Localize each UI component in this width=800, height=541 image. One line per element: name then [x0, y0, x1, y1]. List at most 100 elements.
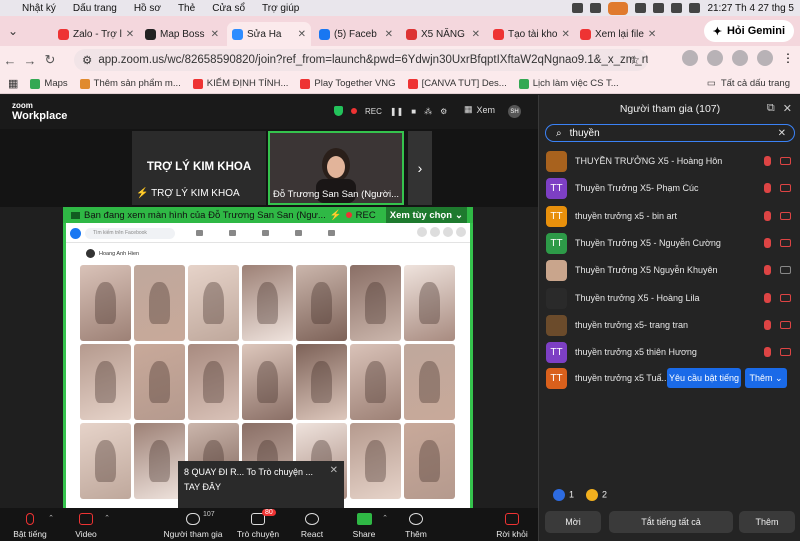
photo-thumbnail[interactable]: [242, 265, 293, 341]
participant-row[interactable]: TT thuyền trưởng x5 thiên Hương: [539, 339, 800, 366]
photo-thumbnail[interactable]: [80, 423, 131, 499]
participant-row[interactable]: Thuyền Trưởng X5 Nguyễn Khuyên: [539, 257, 800, 284]
photo-thumbnail[interactable]: [242, 344, 293, 420]
video-thumbnail[interactable]: TRỢ LÝ KIM KHOA ⚡ TRỢ LÝ KIM KHOA: [132, 131, 266, 205]
menu-item[interactable]: Nhật ký: [22, 3, 56, 14]
bookmark[interactable]: [CANVA TUT] Des...: [407, 78, 507, 89]
captions-icon[interactable]: ⁂: [424, 107, 432, 116]
participant-row[interactable]: Thuyền trưởng X5 - Hoàng Lila: [539, 285, 800, 312]
close-icon[interactable]: ✕: [648, 29, 656, 40]
close-icon[interactable]: ✕: [330, 465, 338, 476]
close-icon[interactable]: ✕: [126, 29, 134, 40]
participant-row[interactable]: TT Thuyền Trưởng X5- Phạm Cúc: [539, 175, 800, 202]
photo-thumbnail[interactable]: [350, 423, 401, 499]
invite-button[interactable]: Mời: [545, 511, 601, 533]
forward-icon[interactable]: →: [20, 53, 40, 68]
menu-item[interactable]: Hồ sơ: [134, 3, 161, 14]
browser-tab[interactable]: X5 NĂNG ✕: [401, 22, 485, 46]
photo-thumbnail[interactable]: [296, 344, 347, 420]
url-field[interactable]: ⚙ app.zoom.us/wc/82658590820/join?ref_fr…: [74, 49, 648, 71]
photo-thumbnail[interactable]: [134, 344, 185, 420]
clear-search-icon[interactable]: ✕: [778, 128, 786, 139]
all-bookmarks[interactable]: ▭ Tất cả dấu trang: [707, 78, 790, 89]
bookmark[interactable]: KIỂM ĐỊNH TÍNH...: [192, 78, 288, 89]
close-icon[interactable]: ✕: [211, 29, 219, 40]
stop-icon[interactable]: ■: [411, 107, 416, 116]
site-info-icon[interactable]: ⚙: [82, 53, 92, 67]
browser-tab[interactable]: (5) Faceb ✕: [314, 22, 398, 46]
shield-icon[interactable]: [334, 106, 343, 116]
close-icon[interactable]: ✕: [561, 29, 569, 40]
menu-item[interactable]: Trợ giúp: [262, 3, 299, 14]
gemini-button[interactable]: ✦ Hỏi Gemini: [703, 20, 794, 42]
browser-tab[interactable]: Xem lại file ✕: [575, 22, 659, 46]
photo-thumbnail[interactable]: [404, 265, 455, 341]
status-icon[interactable]: [653, 3, 665, 13]
reaction-item[interactable]: 1: [553, 489, 574, 501]
mute-all-button[interactable]: Tắt tiếng tất cả: [609, 511, 733, 533]
menu-item[interactable]: Cửa sổ: [212, 3, 245, 14]
view-options-button[interactable]: Xem tùy chọn ⌄: [385, 207, 467, 223]
close-icon[interactable]: ✕: [472, 29, 480, 40]
photo-thumbnail[interactable]: [80, 344, 131, 420]
browser-tab[interactable]: Map Boss ✕: [140, 22, 224, 46]
participants-button[interactable]: 107 Người tham gia: [163, 508, 223, 541]
menu-item[interactable]: Dấu trang: [73, 3, 117, 14]
chat-preview-popup[interactable]: 8 QUAY ĐI R... To Trò chuyện ... TAY ĐÂY…: [178, 461, 344, 508]
photo-thumbnail[interactable]: [404, 344, 455, 420]
next-page-arrow-icon[interactable]: ›: [408, 131, 432, 205]
bookmark-star-icon[interactable]: ☆: [629, 53, 640, 67]
bookmark[interactable]: Play Together VNG: [300, 78, 396, 89]
apps-grid-icon[interactable]: ▦: [8, 77, 18, 90]
close-icon[interactable]: ✕: [783, 102, 792, 115]
unmute-button[interactable]: Bật tiếng ⌃: [0, 508, 60, 541]
request-unmute-button[interactable]: Yêu cầu bật tiếng: [667, 368, 741, 388]
participant-search-input[interactable]: ⌕ thuyền ✕: [545, 124, 795, 142]
video-thumbnail-active[interactable]: Đỗ Trương San San (Người...: [268, 131, 404, 205]
photo-thumbnail[interactable]: [296, 265, 347, 341]
pause-icon[interactable]: ❚❚: [390, 107, 403, 116]
status-icon[interactable]: [590, 3, 602, 13]
microphone-status-icon[interactable]: [608, 1, 629, 15]
shared-screen[interactable]: Tìm kiếm trên Facebook Hoang Anh Hien 8 …: [63, 223, 473, 511]
popout-icon[interactable]: ⧉: [767, 102, 775, 115]
bookmark[interactable]: Thêm sản phẩm m...: [79, 78, 181, 89]
photo-thumbnail[interactable]: [80, 265, 131, 341]
participant-row[interactable]: THUYỀN TRƯỞNG X5 - Hoàng Hôn: [539, 148, 800, 175]
photo-thumbnail[interactable]: [188, 344, 239, 420]
participant-row[interactable]: TT thuyền trưởng x5 - bin art: [539, 203, 800, 230]
bookmark[interactable]: Lịch làm việc CS T...: [518, 78, 619, 89]
avatar[interactable]: SH: [508, 105, 521, 118]
chevron-up-icon[interactable]: ⌃: [48, 514, 54, 522]
back-icon[interactable]: ←: [0, 53, 20, 68]
leave-button[interactable]: Rời khỏi: [482, 508, 542, 541]
bookmark[interactable]: Maps: [30, 78, 68, 89]
profile-avatar[interactable]: [757, 50, 773, 66]
menu-item[interactable]: Thẻ: [178, 3, 195, 14]
close-icon[interactable]: ✕: [385, 29, 393, 40]
participant-more-button[interactable]: Thêm ⌄: [745, 368, 787, 388]
settings-icon[interactable]: ⚙: [440, 107, 447, 116]
photo-thumbnail[interactable]: [134, 265, 185, 341]
photo-thumbnail[interactable]: [404, 423, 455, 499]
search-icon[interactable]: [689, 3, 701, 13]
wifi-icon[interactable]: [671, 3, 683, 13]
tab-search-icon[interactable]: ⌄: [8, 24, 18, 38]
participant-row[interactable]: thuyền trưởng x5- trang tran: [539, 312, 800, 339]
browser-tab[interactable]: Zalo - Trợ l ✕: [53, 22, 137, 46]
rec-label[interactable]: REC: [365, 107, 382, 116]
close-icon[interactable]: ✕: [298, 29, 306, 40]
view-button[interactable]: ▦ Xem: [464, 104, 495, 115]
extensions-puzzle-icon[interactable]: [732, 50, 748, 66]
browser-tab[interactable]: Tạo tài kho ✕: [488, 22, 572, 46]
panel-more-button[interactable]: Thêm: [739, 511, 795, 533]
react-button[interactable]: React: [282, 508, 342, 541]
extension-icon[interactable]: [682, 50, 698, 66]
menu-kebab-icon[interactable]: ⋮: [782, 51, 794, 65]
status-icon[interactable]: [572, 3, 584, 13]
video-button[interactable]: Video ⌃: [56, 508, 116, 541]
reload-icon[interactable]: ↻: [40, 52, 60, 68]
chevron-up-icon[interactable]: ⌃: [104, 514, 110, 522]
clock[interactable]: 21:27 Th 4 27 thg 5: [707, 3, 794, 14]
chat-button[interactable]: 80 Trò chuyện: [228, 508, 288, 541]
